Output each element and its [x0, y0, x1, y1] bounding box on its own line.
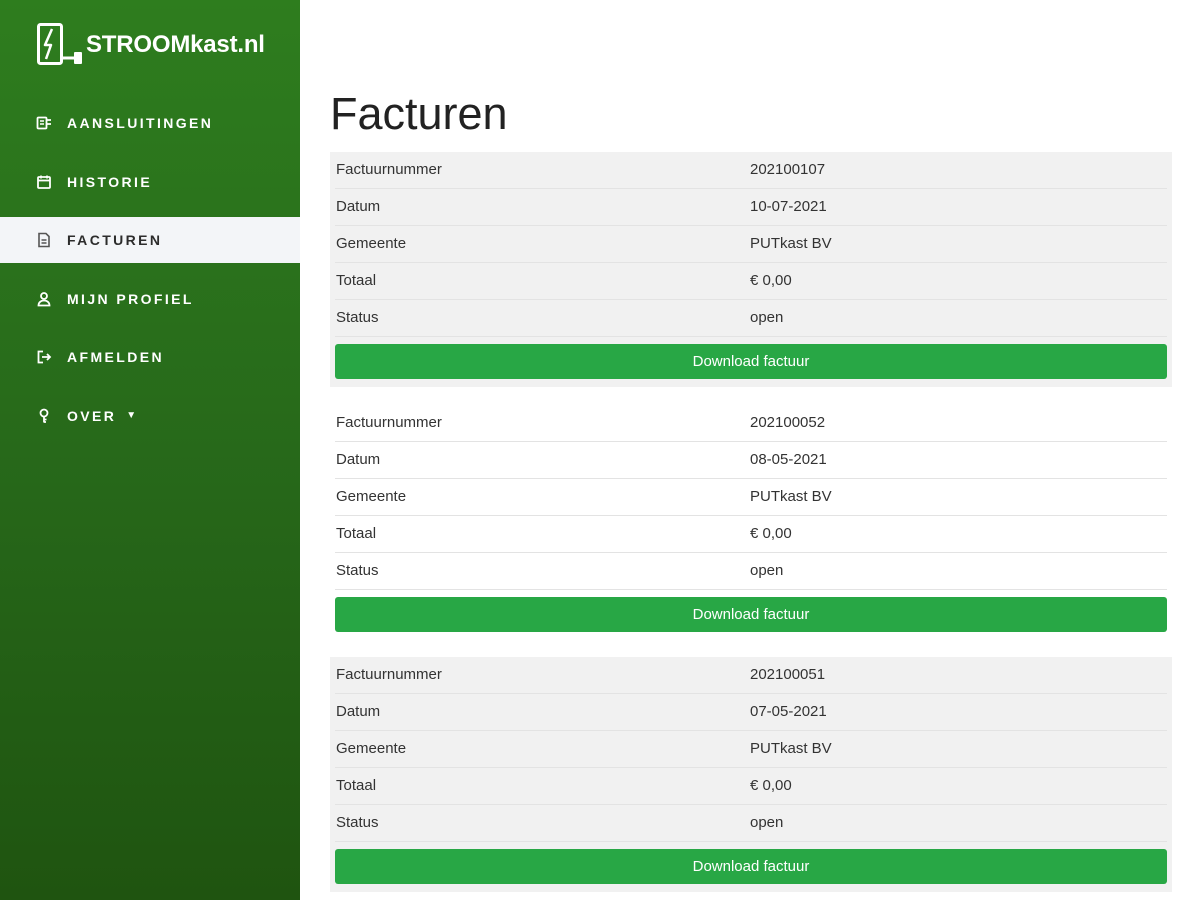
row-label: Status: [336, 562, 379, 579]
invoice-row: Gemeente PUTkast BV: [335, 479, 1167, 516]
page-title: Facturen: [330, 88, 508, 139]
invoice-row: Gemeente PUTkast BV: [335, 226, 1167, 263]
invoice-row: Factuurnummer 202100051: [335, 657, 1167, 694]
sidebar-item-facturen[interactable]: FACTUREN: [0, 217, 300, 263]
row-label: Totaal: [336, 777, 377, 794]
invoice-row: Status open: [335, 805, 1167, 842]
main-content: Facturen Factuurnummer 202100107 Datum 10-…: [330, 0, 1172, 900]
sidebar-item-aansluitingen[interactable]: AANSLUITINGEN: [0, 100, 300, 146]
invoice-row: Gemeente PUTkast BV: [335, 731, 1167, 768]
invoice-row: Factuurnummer 202100107: [335, 152, 1167, 189]
invoice-row: Factuurnummer 202100052: [335, 405, 1167, 442]
document-icon: [36, 232, 52, 248]
row-value: 202100107: [750, 161, 826, 178]
invoice-row: Totaal € 0,00: [335, 263, 1167, 300]
invoice-row: Datum 08-05-2021: [335, 442, 1167, 479]
row-label: Datum: [336, 703, 381, 720]
sidebar-item-label: AANSLUITINGEN: [67, 115, 214, 131]
row-value: € 0,00: [750, 272, 792, 289]
row-label: Factuurnummer: [336, 161, 442, 178]
sidebar-item-afmelden[interactable]: AFMELDEN: [0, 334, 300, 380]
invoice-row: Status open: [335, 553, 1167, 590]
row-value: 07-05-2021: [750, 703, 827, 720]
row-label: Totaal: [336, 272, 377, 289]
invoice-row: Datum 07-05-2021: [335, 694, 1167, 731]
row-value: 202100051: [750, 666, 826, 683]
sidebar-item-historie[interactable]: HISTORIE: [0, 159, 300, 205]
invoice-card: Factuurnummer 202100052 Datum 08-05-2021 G…: [330, 405, 1172, 640]
sidebar: STROOMkast.nl AANSLUITINGEN HISTORIE FAC…: [0, 0, 300, 900]
row-value: open: [750, 814, 784, 831]
sidebar-item-label: MIJN PROFIEL: [67, 290, 194, 307]
row-value: PUTkast BV: [750, 488, 832, 505]
row-label: Status: [336, 309, 379, 326]
row-label: Gemeente: [336, 488, 407, 505]
row-label: Status: [336, 814, 379, 831]
invoice-row: Datum 10-07-2021: [335, 189, 1167, 226]
row-value: PUTkast BV: [750, 740, 832, 757]
download-invoice-button[interactable]: Download factuur: [335, 597, 1167, 632]
sidebar-item-label: OVER: [67, 407, 117, 424]
brand-name: STROOMkast.nl: [86, 31, 265, 58]
row-value: 08-05-2021: [750, 451, 827, 468]
invoice-card: Factuurnummer 202100051 Datum 07-05-2021 G…: [330, 657, 1172, 892]
plug-icon: [36, 115, 52, 131]
calendar-icon: [36, 174, 52, 190]
row-label: Gemeente: [336, 740, 407, 757]
logo-icon: [37, 23, 82, 65]
row-value: € 0,00: [750, 525, 792, 542]
invoice-row: Status open: [335, 300, 1167, 337]
row-label: Datum: [336, 198, 381, 215]
sidebar-item-label: HISTORIE: [67, 173, 153, 190]
row-label: Factuurnummer: [336, 414, 442, 431]
row-value: open: [750, 309, 784, 326]
row-label: Datum: [336, 451, 381, 468]
brand-logo[interactable]: STROOMkast.nl: [36, 22, 265, 68]
row-label: Totaal: [336, 525, 377, 542]
sidebar-item-label: FACTUREN: [67, 232, 163, 248]
sidebar-item-label: AFMELDEN: [67, 349, 164, 365]
user-icon: [36, 291, 52, 307]
row-value: € 0,00: [750, 777, 792, 794]
logout-icon: [36, 349, 52, 365]
download-invoice-button[interactable]: Download factuur: [335, 849, 1167, 884]
row-value: open: [750, 562, 784, 579]
row-value: 202100052: [750, 414, 826, 431]
invoice-row: Totaal € 0,00: [335, 768, 1167, 805]
sidebar-nav: AANSLUITINGEN HISTORIE FACTUREN MIJN PRO…: [0, 100, 300, 451]
sidebar-item-mijn-profiel[interactable]: MIJN PROFIEL: [0, 276, 300, 322]
invoice-row: Totaal € 0,00: [335, 516, 1167, 553]
download-invoice-button[interactable]: Download factuur: [335, 344, 1167, 379]
row-value: PUTkast BV: [750, 235, 832, 252]
invoice-card: Factuurnummer 202100107 Datum 10-07-2021 G…: [330, 152, 1172, 387]
row-label: Factuurnummer: [336, 666, 442, 683]
chevron-down-icon: ▼: [126, 410, 139, 421]
info-icon: [36, 408, 52, 424]
row-value: 10-07-2021: [750, 198, 827, 215]
row-label: Gemeente: [336, 235, 407, 252]
sidebar-item-over[interactable]: OVER ▼: [0, 393, 300, 439]
